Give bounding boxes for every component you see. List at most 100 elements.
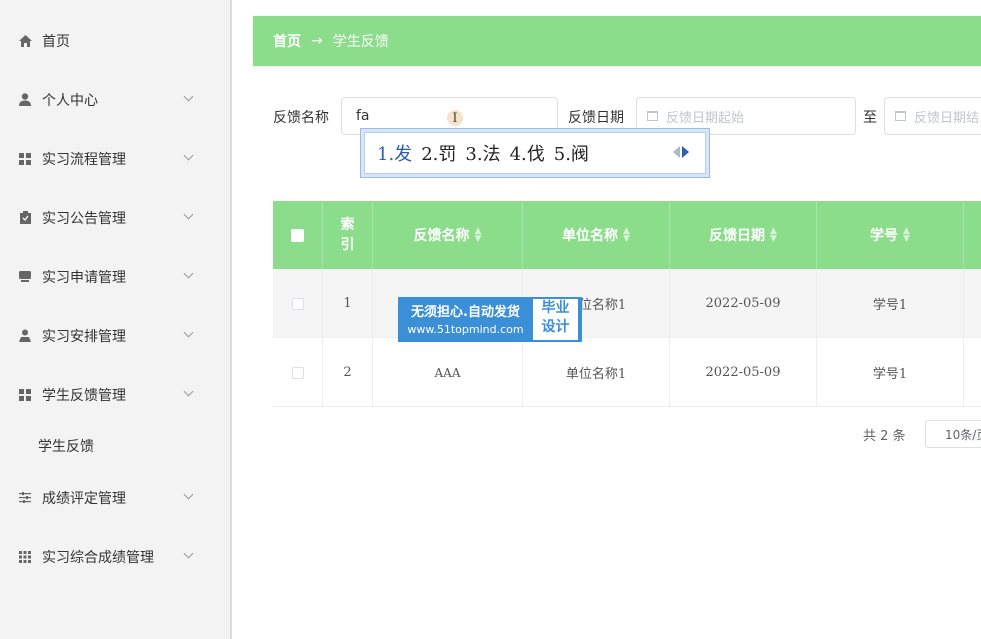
chevron-down-icon [183, 209, 194, 220]
row-checkbox[interactable] [291, 366, 304, 379]
chevron-down-icon [183, 150, 194, 161]
table-row: 1 单位名称1 2022-05-09 学号1 [273, 269, 981, 338]
sidebar-item-label: 实习申请管理 [42, 269, 126, 286]
ime-candidate-list: 1.发 2.罚 3.法 4.伐 5.阀 [364, 132, 706, 174]
table-header: 索引 反馈名称 ▲ ▼ 单位名称 ▲ ▼ 反馈日期 ▲ ▼ 学号 ▲ ▼ [273, 201, 981, 269]
row-feedback-date: 2022-05-09 [670, 269, 817, 338]
sliders-icon [18, 491, 32, 505]
ime-candidate[interactable]: 2.罚 [421, 140, 456, 166]
sidebar-item-internship-notice[interactable]: 实习公告管理 [0, 188, 204, 247]
watermark-badge-line2: 设计 [541, 319, 570, 335]
watermark-text: 无须担心.自动发货 www.51topmind.com [398, 297, 533, 342]
sort-icon[interactable]: ▲ ▼ [623, 227, 630, 244]
calendar-icon [647, 111, 658, 121]
chevron-down-icon [183, 327, 194, 338]
header-student-id-label: 学号 [870, 228, 899, 244]
header-feedback-name[interactable]: 反馈名称 ▲ ▼ [373, 201, 523, 269]
row-checkbox[interactable] [291, 297, 304, 310]
grid-icon [18, 388, 32, 402]
breadcrumb-home[interactable]: 首页 [273, 31, 301, 51]
page-size-select[interactable]: 10条/页 [925, 420, 981, 448]
header-feedback-name-label: 反馈名称 [413, 228, 470, 244]
sidebar-item-label: 实习综合成绩管理 [42, 549, 154, 566]
ime-candidate[interactable]: 5.阀 [554, 140, 589, 166]
row-unit-name: 单位名称1 [523, 338, 670, 407]
watermark-line1: 无须担心.自动发货 [411, 305, 520, 320]
sidebar-item-label: 实习安排管理 [42, 328, 126, 345]
ime-candidate[interactable]: 4.伐 [510, 140, 545, 166]
header-student-id[interactable]: 学号 ▲ ▼ [817, 201, 964, 269]
header-overflow [964, 201, 981, 269]
date-to-label: 至 [863, 110, 877, 126]
ime-page-arrows [673, 146, 689, 158]
person-icon [18, 329, 32, 343]
header-unit-name-label: 单位名称 [562, 228, 619, 244]
sidebar-item-student-feedback-mgmt[interactable]: 学生反馈管理 [0, 365, 204, 424]
breadcrumb: 首页 → 学生反馈 [253, 16, 981, 66]
sidebar-item-label: 个人中心 [42, 92, 98, 109]
header-feedback-date-label: 反馈日期 [709, 228, 766, 244]
sort-icon[interactable]: ▲ ▼ [903, 227, 910, 244]
inbox-icon [18, 270, 32, 284]
select-all-cell [273, 201, 323, 269]
watermark-badge-line1: 毕业 [541, 300, 570, 316]
row-index: 2 [323, 338, 373, 407]
sidebar: 首页 个人中心 实习流程管理 实习公告管理 实习申请管理 实习安排管理 学生反馈… [0, 0, 232, 639]
table-row: 2 AAA 单位名称1 2022-05-09 学号1 [273, 338, 981, 407]
chevron-down-icon [183, 489, 194, 500]
breadcrumb-current: 学生反馈 [332, 34, 389, 50]
date-start-placeholder: 反馈日期起始 [666, 110, 745, 126]
clipboard-icon [18, 211, 32, 225]
sidebar-item-home[interactable]: 首页 [0, 11, 204, 70]
ime-candidate[interactable]: 3.法 [465, 140, 500, 166]
chevron-down-icon [183, 548, 194, 559]
row-select-cell [273, 269, 323, 338]
row-feedback-name: AAA [373, 338, 523, 407]
row-student-id: 学号1 [817, 269, 964, 338]
row-select-cell [273, 338, 323, 407]
sidebar-item-overall-grades[interactable]: 实习综合成绩管理 [0, 527, 204, 586]
ime-candidate[interactable]: 1.发 [377, 140, 412, 166]
header-index-label: 索引 [340, 217, 355, 253]
select-all-checkbox[interactable] [291, 228, 304, 242]
sidebar-item-label: 实习流程管理 [42, 151, 126, 168]
sidebar-item-label: 成绩评定管理 [42, 490, 126, 507]
header-unit-name[interactable]: 单位名称 ▲ ▼ [523, 201, 670, 269]
sidebar-item-personal-center[interactable]: 个人中心 [0, 70, 204, 129]
sort-icon[interactable]: ▲ ▼ [475, 227, 482, 244]
ime-candidate-window: 1.发 2.罚 3.法 4.伐 5.阀 [360, 128, 710, 178]
sidebar-item-internship-process[interactable]: 实习流程管理 [0, 129, 204, 188]
sidebar-item-internship-application[interactable]: 实习申请管理 [0, 247, 204, 306]
text-cursor-icon: I [447, 110, 463, 126]
feedback-date-label: 反馈日期 [568, 110, 624, 126]
header-index: 索引 [323, 201, 373, 269]
apps-icon [18, 550, 32, 564]
grid-icon [18, 152, 32, 166]
page-size-value: 10条/页 [945, 427, 981, 442]
breadcrumb-separator: → [311, 33, 323, 49]
row-index: 1 [323, 269, 373, 338]
ime-prev-page-icon[interactable] [673, 146, 680, 158]
calendar-icon [895, 111, 906, 121]
row-feedback-date: 2022-05-09 [670, 338, 817, 407]
chevron-down-icon [183, 268, 194, 279]
home-icon [18, 34, 32, 48]
header-feedback-date[interactable]: 反馈日期 ▲ ▼ [670, 201, 817, 269]
watermark: 无须担心.自动发货 www.51topmind.com 毕业 设计 [398, 297, 582, 342]
date-end-input[interactable]: 反馈日期结 [884, 97, 981, 135]
sidebar-item-internship-arrangement[interactable]: 实习安排管理 [0, 306, 204, 365]
sidebar-item-label: 首页 [42, 33, 70, 50]
sidebar-item-label: 学生反馈管理 [42, 387, 126, 404]
watermark-badge: 毕业 设计 [533, 299, 578, 340]
pagination-total: 共 2 条 [863, 429, 906, 444]
date-end-placeholder: 反馈日期结 [914, 110, 980, 126]
ime-next-page-icon[interactable] [682, 146, 689, 158]
watermark-line2: www.51topmind.com [407, 323, 524, 336]
sort-icon[interactable]: ▲ ▼ [770, 227, 777, 244]
user-icon [18, 93, 32, 107]
feedback-name-value: fa [356, 108, 370, 124]
chevron-down-icon [183, 91, 194, 102]
sidebar-item-grade-evaluation[interactable]: 成绩评定管理 [0, 468, 204, 527]
chevron-down-icon [183, 386, 194, 397]
sidebar-subitem-student-feedback[interactable]: 学生反馈 [0, 425, 204, 467]
